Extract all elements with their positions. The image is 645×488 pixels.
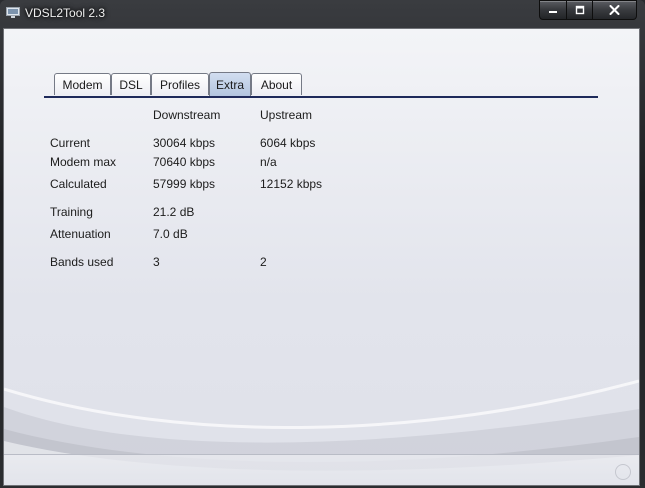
- tab-label: Profiles: [159, 77, 200, 92]
- close-button[interactable]: [593, 0, 637, 20]
- tab-extra[interactable]: Extra: [209, 72, 251, 96]
- tab-underline: [44, 96, 598, 98]
- resize-grip-icon[interactable]: [615, 464, 631, 480]
- window-title: VDSL2Tool 2.3: [25, 6, 106, 20]
- row-label-attenuation: Attenuation: [50, 227, 111, 241]
- title-bar[interactable]: VDSL2Tool 2.3: [0, 0, 645, 28]
- tab-about[interactable]: About: [251, 73, 302, 95]
- row-label-bands-used: Bands used: [50, 255, 114, 269]
- row-label-calculated: Calculated: [50, 177, 107, 191]
- row-label-training: Training: [50, 205, 93, 219]
- status-bar: [4, 454, 639, 485]
- current-upstream-value: 6064 kbps: [260, 136, 316, 150]
- tab-dsl[interactable]: DSL: [111, 73, 151, 95]
- maximize-icon: [575, 5, 584, 15]
- tab-label: Modem: [62, 77, 103, 92]
- row-label-current: Current: [50, 136, 91, 150]
- modem-max-upstream-value: n/a: [260, 155, 277, 169]
- app-window: VDSL2Tool 2.3 Modem DSL Profiles Extra A…: [0, 0, 645, 488]
- modem-max-downstream-value: 70640 kbps: [153, 155, 216, 169]
- bands-used-upstream-value: 2: [260, 255, 267, 269]
- header-upstream: Upstream: [260, 108, 313, 122]
- client-area: Modem DSL Profiles Extra About Downstrea…: [3, 28, 640, 486]
- window-controls: [539, 0, 637, 20]
- minimize-icon: [549, 11, 557, 13]
- tab-label: Extra: [215, 77, 244, 92]
- app-icon: [6, 7, 20, 18]
- tab-modem[interactable]: Modem: [54, 73, 111, 95]
- header-downstream: Downstream: [153, 108, 221, 122]
- row-label-modem-max: Modem max: [50, 155, 117, 169]
- tab-label: About: [260, 77, 293, 92]
- attenuation-downstream-value: 7.0 dB: [153, 227, 188, 241]
- tab-profiles[interactable]: Profiles: [151, 73, 209, 95]
- tab-label: DSL: [119, 77, 143, 92]
- minimize-button[interactable]: [539, 0, 567, 20]
- maximize-button[interactable]: [567, 0, 593, 20]
- close-icon: [609, 5, 620, 15]
- current-downstream-value: 30064 kbps: [153, 136, 216, 150]
- calculated-downstream-value: 57999 kbps: [153, 177, 216, 191]
- bands-used-downstream-value: 3: [153, 255, 160, 269]
- calculated-upstream-value: 12152 kbps: [260, 177, 323, 191]
- training-downstream-value: 21.2 dB: [153, 205, 195, 219]
